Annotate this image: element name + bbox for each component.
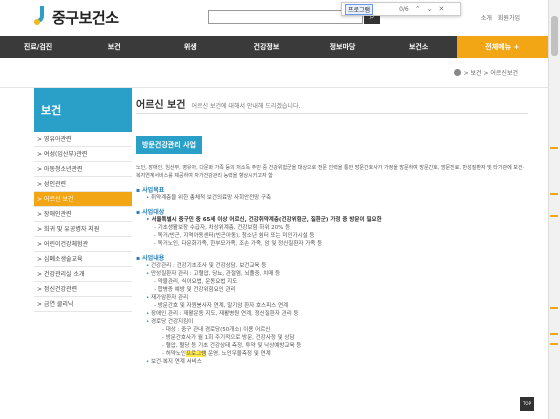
content-item: 합병증 예방 및 건강위험요인 관리 xyxy=(136,286,528,294)
nav-item-clinic[interactable]: 진료/검진 xyxy=(0,36,76,58)
sidebar-item-senior[interactable]: > 어르신 보건 xyxy=(34,192,132,207)
page: 중구보건소 ⌕ 소개 회원가입 프로그램 0/6 ⌃ ⌄ ✕ 진료/검진 보건 … xyxy=(0,0,548,419)
find-match-marker xyxy=(550,193,558,195)
scroll-thumb[interactable] xyxy=(551,16,558,56)
find-down-icon[interactable]: ⌄ xyxy=(427,5,433,13)
search-input[interactable] xyxy=(208,10,363,24)
logo-text: 중구보건소 xyxy=(52,8,119,27)
target-heading: 사업대상 xyxy=(136,207,528,216)
find-match-marker xyxy=(550,147,558,149)
page-description: 어르신 보건에 대해서 안내해 드리겠습니다. xyxy=(191,103,301,110)
goal-heading: 사업목표 xyxy=(136,185,528,194)
content-item: 대상 : 중구 관내 경로당(50개소) 이용 어르신 xyxy=(136,326,528,334)
content-item: 방문간호사가 월 1회 주기적으로 방문, 건강사정 및 상담 xyxy=(136,334,528,342)
content-pre: 허약노인 xyxy=(165,351,186,357)
breadcrumb: > 보건 > 어르신보건 xyxy=(453,68,518,77)
nav-item-hygiene[interactable]: 위생 xyxy=(152,36,228,58)
content-post: 운영, 노인우울측정 및 연계 xyxy=(206,351,271,357)
goal-item: 취약계층을 위한 총체적 보건의료망 사회안전망 구축 xyxy=(136,194,528,202)
content-item: 재가암환자 관리 xyxy=(136,294,528,302)
nav-item-info[interactable]: 정보마당 xyxy=(304,36,380,58)
sidebar-title: 보건 xyxy=(34,88,132,132)
nav-all-menu[interactable]: 전체메뉴 + xyxy=(456,36,548,58)
content-item: 만성질환자 관리 : 고혈압, 당뇨, 관절염, 뇌졸중, 치매 등 xyxy=(136,270,528,278)
content-item-highlighted: 허약노인프로그램 운영, 노인우울측정 및 연계 xyxy=(136,350,528,358)
logo-icon xyxy=(34,6,48,28)
sidebar-item-rare[interactable]: > 희귀 및 유공병자 지원 xyxy=(34,222,132,237)
home-icon[interactable] xyxy=(453,69,461,76)
find-match-marker xyxy=(550,343,558,345)
logo[interactable]: 중구보건소 xyxy=(34,6,119,28)
sidebar-item-youth[interactable]: > 아동청소년관련 xyxy=(34,162,132,177)
find-up-icon[interactable]: ⌃ xyxy=(415,5,421,13)
content-item: 장애인 관리 : 재활운동 지도, 재활병원 연계, 정신질환자 관리 등 xyxy=(136,310,528,318)
content-item: 혈압, 혈당 등 기초 건강상태 측정, 투약 및 낙상예방교육 등 xyxy=(136,342,528,350)
find-close-icon[interactable]: ✕ xyxy=(439,5,445,13)
sidebar-item-smoking[interactable]: > 금연 클리닉 xyxy=(34,297,132,312)
content-item: 약물관리, 식이요법, 운동요법 지도 xyxy=(136,278,528,286)
intro-text: 노인, 장애인, 임산부, 영유아, 다문화 가족 등의 저소득 주민 중 건강… xyxy=(136,165,525,179)
sub-header: > 보건 > 어르신보건 xyxy=(0,58,548,88)
nav-item-health-info[interactable]: 건강정보 xyxy=(228,36,304,58)
top-button[interactable]: TOP xyxy=(520,397,534,411)
target-item: 독거노인, 다문화가족, 한부모가족, 조손 가족, 암 및 정신질환자 가족 … xyxy=(136,240,528,248)
scrollbar[interactable] xyxy=(548,0,560,419)
target-item: 독거/빈곤, 지역아동센터(빈곤아동), 청소년 쉼터 또는 미인가시설 등 xyxy=(136,232,528,240)
content-item: 방문간호 및 자원봉사자 연계, 말기암 환자 호스피스 연계 xyxy=(136,302,528,310)
sidebar-item-kids-center[interactable]: > 어린이건강체험관 xyxy=(34,237,132,252)
find-match-marker xyxy=(550,307,558,309)
nav-item-center[interactable]: 보건소 xyxy=(381,36,457,58)
content-item: 건강관리 : 건강기초조사 및 건강상담, 보건교육 등 xyxy=(136,262,528,270)
header: 중구보건소 ⌕ 소개 회원가입 프로그램 0/6 ⌃ ⌄ ✕ xyxy=(0,0,548,36)
content-heading: 사업내용 xyxy=(136,253,528,262)
sidebar-item-disabled[interactable]: > 장애인관련 xyxy=(34,207,132,222)
top-links: 소개 회원가입 xyxy=(481,13,520,22)
find-bar: 프로그램 0/6 ⌃ ⌄ ✕ xyxy=(341,2,461,16)
find-input[interactable]: 프로그램 xyxy=(345,3,374,15)
find-count: 0/6 xyxy=(399,5,409,13)
find-match-marker xyxy=(550,215,558,217)
find-match-marker xyxy=(550,333,558,335)
content-item: 보건·복지 연계 서비스 xyxy=(136,358,528,366)
nav-item-health[interactable]: 보건 xyxy=(76,36,152,58)
sidebar-item-mental[interactable]: > 정신건강관련 xyxy=(34,282,132,297)
target-item: 기초생활보장 수급자, 차상위계층, 건강보험 하위 20% 등 xyxy=(136,224,528,232)
main-nav: 진료/검진 보건 위생 건강정보 정보마당 보건소 전체메뉴 + xyxy=(0,36,548,58)
top-link-about[interactable]: 소개 xyxy=(481,13,492,22)
sidebar-item-adult[interactable]: > 성인관련 xyxy=(34,177,132,192)
section-title: 방문건강관리 사업 xyxy=(136,136,202,154)
target-main: 서울특별시 중구민 중 65세 이상 어르신, 건강취약계층(건강위험군, 질환… xyxy=(136,216,528,224)
page-title: 어르신 보건 xyxy=(136,100,186,111)
title-row: 어르신 보건 어르신 보건에 대해서 안내해 드리겠습니다. xyxy=(136,96,528,114)
breadcrumb-text: > 보건 > 어르신보건 xyxy=(463,70,518,77)
main-content: 어르신 보건 어르신 보건에 대해서 안내해 드리겠습니다. 방문건강관리 사업… xyxy=(136,96,528,366)
find-highlight: 프로그램 xyxy=(185,351,207,357)
sidebar-item-infant[interactable]: > 영유아관련 xyxy=(34,132,132,147)
sidebar-item-cpr[interactable]: > 심폐소생술교육 xyxy=(34,252,132,267)
sidebar-item-health-room[interactable]: > 건강관리실 소개 xyxy=(34,267,132,282)
sidebar: 보건 > 영유아관련 > 여성(임산부)관련 > 아동청소년관련 > 성인관련 … xyxy=(34,88,132,312)
top-link-signup[interactable]: 회원가입 xyxy=(498,13,520,22)
sidebar-item-women[interactable]: > 여성(임산부)관련 xyxy=(34,147,132,162)
content-item: 경로당 건강지킴이 xyxy=(136,318,528,326)
